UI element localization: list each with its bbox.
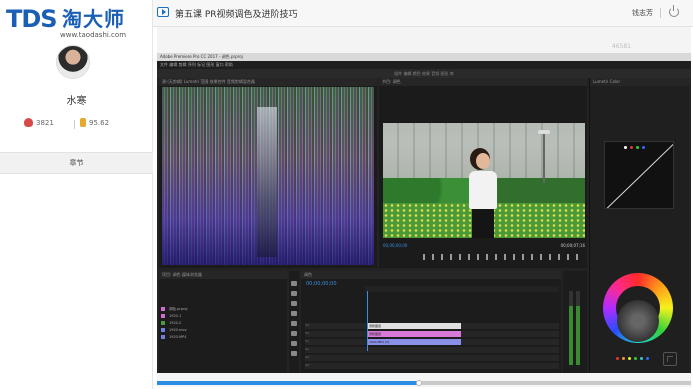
red-dot-icon: [630, 146, 633, 149]
white-dot-icon: [624, 146, 627, 149]
site-logo[interactable]: TDS 淘大师 www.taodashi.com: [6, 5, 151, 39]
sidebar: TDS 淘大师 www.taodashi.com 水寒 3821 95.62 章…: [0, 0, 153, 389]
curve-channel-dots: [624, 134, 654, 149]
lumetri-color-panel: Lumetri Color: [589, 78, 690, 373]
teacher-stats: 3821 95.62: [24, 118, 134, 132]
green-dot-icon: [636, 146, 639, 149]
medal-stat: 95.62: [80, 118, 109, 127]
tools-panel: [289, 271, 299, 373]
ripple-tool-icon: [291, 301, 297, 306]
medal-icon: [80, 118, 86, 127]
track-select-tool-icon: [291, 291, 297, 296]
type-tool-icon: [291, 351, 297, 356]
program-controls: 00;00;00;00 00;00;07;16: [383, 243, 585, 265]
premiere-window: Adobe Premiere Pro CC 2017 - 调色.prproj 文…: [157, 53, 691, 373]
avatar[interactable]: [56, 45, 90, 79]
teacher-name: 水寒: [66, 96, 87, 107]
header-divider: [660, 8, 661, 18]
program-timecode: 00;00;00;00: [383, 243, 408, 248]
power-icon[interactable]: [669, 5, 679, 17]
audio-meter-right: [576, 291, 580, 365]
video-player[interactable]: 46581 Adobe Premiere Pro CC 2017 - 调色.pr…: [157, 27, 691, 387]
video-progress-handle[interactable]: [415, 380, 422, 386]
audio-meter-left: [569, 291, 573, 365]
timeline-timecode: 00;00;00;00: [306, 281, 337, 287]
rgb-curve: [604, 141, 674, 209]
frame-person-legs: [472, 209, 494, 238]
project-item: 1920.1: [161, 314, 285, 321]
fullscreen-icon[interactable]: [663, 352, 677, 366]
project-item: 1920.MP4: [161, 335, 285, 342]
frame-person-head: [476, 153, 490, 169]
medal-value: 95.62: [89, 118, 110, 127]
logo-text: 淘大师: [62, 7, 125, 31]
audio-meter-panel: [563, 271, 587, 373]
selection-tool-icon: [291, 281, 297, 286]
lumetri-row: [594, 92, 686, 98]
project-item: 1920.mov: [161, 328, 285, 335]
track-a3: A3: [305, 363, 559, 369]
frame-lamp: [538, 130, 550, 183]
video-play-icon: [157, 7, 169, 17]
chapter-tab[interactable]: 章节: [0, 152, 153, 174]
project-tabs: 项目: 调色 媒体浏览器: [159, 271, 287, 279]
pr-titlebar: Adobe Premiere Pro CC 2017 - 调色.prproj: [157, 53, 691, 61]
lumetri-scopes-panel: 源:(无剪辑) Lumetri 范围 效果控件 音频剪辑混合器: [159, 78, 377, 268]
video-progress-fill: [157, 381, 419, 385]
flowers-stat: 3821: [24, 118, 54, 127]
lumetri-tab: Lumetri Color: [590, 78, 690, 86]
hand-tool-icon: [291, 341, 297, 346]
clip-video: 1920.MP4 [V]: [367, 339, 461, 345]
clip-adjustment-layer: 调整图层: [367, 331, 461, 337]
project-item: 调色.prproj: [161, 307, 285, 314]
logo-url: www.taodashi.com: [60, 31, 127, 39]
pen-tool-icon: [291, 331, 297, 336]
track-a1: A1: [305, 347, 559, 353]
scope-tabs: 源:(无剪辑) Lumetri 范围 效果控件 音频剪辑混合器: [159, 78, 377, 86]
project-panel: 项目: 调色 媒体浏览器 调色.prproj 1920.1 1920.2 192…: [159, 271, 287, 373]
rgb-parade-scope: [162, 87, 374, 265]
frame-person-body: [469, 171, 497, 209]
timeline-tab: 调色: [301, 271, 561, 279]
program-frame: [383, 123, 585, 238]
current-user-name[interactable]: 钱志芳: [632, 8, 653, 18]
timeline-panel: 调色 00;00;00;00 V3 V2 V1 A1 A2 A3 调整图层 调整…: [301, 271, 561, 373]
flower-icon: [24, 118, 33, 127]
video-watermark: 46581: [611, 43, 631, 50]
clip-adjustment-layer: 调整图层: [367, 323, 461, 329]
page: TDS 淘大师 www.taodashi.com 水寒 3821 95.62 章…: [0, 0, 693, 389]
logo-mark: TDS: [6, 5, 58, 33]
slip-tool-icon: [291, 321, 297, 326]
razor-tool-icon: [291, 311, 297, 316]
program-tabs: 节目: 调色: [379, 78, 587, 86]
stat-divider: [74, 120, 75, 129]
program-monitor: 节目: 调色 00;00;00;00 00;00;07;16: [379, 78, 587, 268]
timeline-playhead: [367, 291, 368, 351]
hue-swatches: [616, 345, 666, 360]
wheel-center: [617, 300, 659, 342]
track-a2: A2: [305, 355, 559, 361]
pr-menubar: 文件 编辑 剪辑 序列 标记 图形 窗口 帮助: [157, 61, 691, 69]
pr-workspaces: 组件 编辑 颜色 效果 音频 图形 库: [157, 69, 691, 78]
blue-dot-icon: [642, 146, 645, 149]
flowers-count: 3821: [36, 118, 54, 127]
course-title: 第五课 PR视频调色及进阶技巧: [175, 10, 298, 20]
video-progress-bar[interactable]: [157, 380, 691, 386]
header: 第五课 PR视频调色及进阶技巧 钱志芳: [153, 0, 693, 27]
project-item: 1920.2: [161, 321, 285, 328]
timeline-ruler: [365, 286, 559, 292]
program-duration: 00;00;07;16: [560, 243, 585, 248]
curve-line: [606, 142, 673, 208]
transport-buttons: [423, 254, 583, 260]
pr-workspace-tabs: 组件 编辑 颜色 效果 音频 图形 库: [394, 71, 454, 76]
